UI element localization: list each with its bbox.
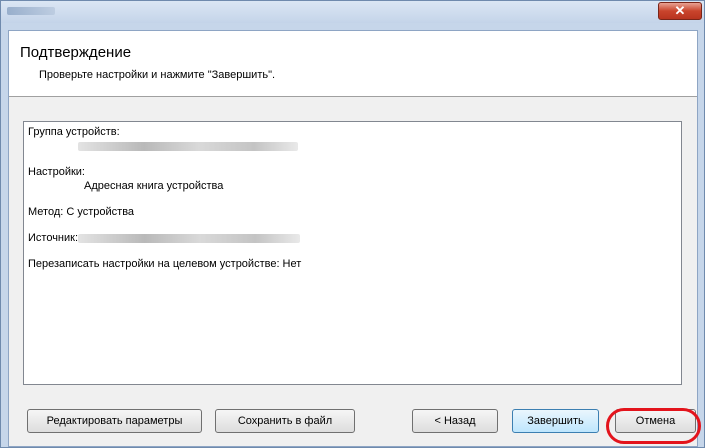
title-bar[interactable]: ✕	[1, 1, 704, 23]
close-button[interactable]: ✕	[658, 2, 702, 20]
wizard-header: Подтверждение Проверьте настройки и нажм…	[9, 31, 697, 97]
source-line: Источник:	[28, 231, 677, 245]
finish-button[interactable]: Завершить	[512, 409, 599, 433]
dialog-window: ✕ Подтверждение Проверьте настройки и на…	[0, 0, 705, 448]
dialog-client-area: Подтверждение Проверьте настройки и нажм…	[8, 30, 698, 447]
page-title: Подтверждение	[20, 44, 132, 61]
source-value-redacted	[78, 233, 301, 243]
method-line: Метод: С устройства	[28, 206, 135, 218]
window-title-redacted	[7, 7, 55, 15]
redacted-text	[78, 141, 298, 151]
save-to-file-button[interactable]: Сохранить в файл	[215, 409, 355, 433]
cancel-button[interactable]: Отмена	[615, 409, 696, 433]
edit-parameters-button[interactable]: Редактировать параметры	[27, 409, 202, 433]
settings-label: Настройки:	[28, 166, 85, 178]
settings-value: Адресная книга устройства	[84, 180, 224, 192]
source-label: Источник:	[28, 232, 79, 244]
device-group-value-redacted	[28, 139, 677, 153]
back-button[interactable]: < Назад	[412, 409, 498, 433]
settings-summary-box[interactable]: Группа устройств: Настройки: Адресная кн…	[23, 121, 682, 385]
page-subtitle: Проверьте настройки и нажмите "Завершить…	[39, 69, 276, 81]
overwrite-line: Перезаписать настройки на целевом устрой…	[28, 258, 302, 270]
device-group-label: Группа устройств:	[28, 126, 120, 138]
